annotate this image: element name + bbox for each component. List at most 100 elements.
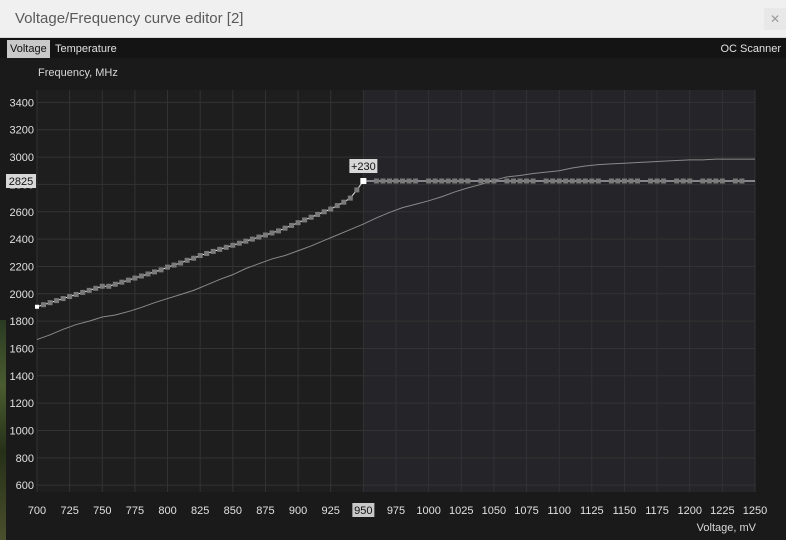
curve-point-marker[interactable] — [295, 220, 301, 226]
curve-point-marker[interactable] — [400, 178, 406, 184]
curve-point-marker[interactable] — [386, 178, 392, 184]
curve-point-marker[interactable] — [439, 178, 445, 184]
curve-point-marker[interactable] — [230, 242, 236, 248]
curve-point-marker[interactable] — [426, 178, 432, 184]
curve-point-marker[interactable] — [256, 234, 262, 240]
curve-point-marker[interactable] — [138, 273, 144, 279]
curve-point-marker[interactable] — [517, 178, 523, 184]
curve-point-marker[interactable] — [674, 178, 680, 184]
curve-point-marker[interactable] — [151, 269, 157, 275]
curve-point-marker[interactable] — [99, 283, 105, 289]
curve-point-marker[interactable] — [145, 271, 151, 277]
curve-point-marker[interactable] — [197, 253, 203, 259]
curve-point-marker[interactable] — [328, 206, 334, 212]
curve-point-marker[interactable] — [282, 225, 288, 231]
curve-point-marker[interactable] — [347, 195, 353, 201]
curve-point-marker[interactable] — [184, 257, 190, 263]
curve-point-marker[interactable] — [608, 178, 614, 184]
curve-point-marker[interactable] — [556, 178, 562, 184]
curve-point-marker[interactable] — [628, 178, 634, 184]
curve-point-marker[interactable] — [243, 238, 249, 244]
curve-point-marker[interactable] — [119, 279, 125, 285]
curve-point-marker[interactable] — [713, 178, 719, 184]
curve-point-marker[interactable] — [93, 285, 99, 291]
curve-point-marker[interactable] — [54, 298, 60, 304]
curve-point-marker[interactable] — [732, 178, 738, 184]
curve-point-marker[interactable] — [204, 250, 210, 256]
curve-point-marker[interactable] — [86, 287, 92, 293]
curve-point-marker[interactable] — [589, 178, 595, 184]
curve-point-marker[interactable] — [524, 178, 530, 184]
curve-point-marker[interactable] — [289, 222, 295, 228]
curve-point-marker[interactable] — [393, 178, 399, 184]
vf-curve-chart[interactable]: 600 800 1000 1200 1400 1600 1800 2000 2200 2400 26… — [0, 0, 786, 540]
curve-point-marker[interactable] — [125, 277, 131, 283]
curve-point-marker[interactable] — [171, 262, 177, 268]
curve-point-marker[interactable] — [302, 217, 308, 223]
curve-point-marker[interactable] — [60, 296, 66, 302]
curve-point-marker[interactable] — [413, 178, 419, 184]
curve-point-marker[interactable] — [621, 178, 627, 184]
curve-point-marker[interactable] — [543, 178, 549, 184]
curve-point-marker[interactable] — [406, 178, 412, 184]
curve-point-marker[interactable] — [73, 291, 79, 297]
curve-point-marker[interactable] — [354, 187, 360, 193]
curve-point-marker[interactable] — [680, 178, 686, 184]
curve-point-marker[interactable] — [80, 289, 86, 295]
curve-point-marker[interactable] — [595, 178, 601, 184]
curve-point-marker[interactable] — [458, 178, 464, 184]
curve-point-marker[interactable] — [510, 178, 516, 184]
curve-point-marker[interactable] — [700, 178, 706, 184]
curve-point-marker[interactable] — [41, 302, 47, 308]
curve-point-marker[interactable] — [262, 232, 268, 238]
curve-point-marker[interactable] — [191, 255, 197, 261]
curve-point-marker[interactable] — [217, 246, 223, 252]
curve-point-marker[interactable] — [478, 178, 484, 184]
curve-point-marker[interactable] — [165, 264, 171, 270]
curve-point-marker[interactable] — [654, 178, 660, 184]
curve-point-marker[interactable] — [687, 178, 693, 184]
curve-point-marker[interactable] — [504, 178, 510, 184]
curve-point-marker[interactable] — [158, 267, 164, 273]
curve-point-marker[interactable] — [491, 178, 497, 184]
curve-point-marker[interactable] — [47, 300, 53, 306]
curve-point-marker[interactable] — [465, 178, 471, 184]
curve-point-marker[interactable] — [308, 214, 314, 220]
curve-point-marker[interactable] — [276, 228, 282, 234]
curve-point-marker[interactable] — [484, 178, 490, 184]
curve-point-marker[interactable] — [530, 178, 536, 184]
curve-point-marker[interactable] — [132, 275, 138, 281]
curve-point-marker[interactable] — [106, 283, 112, 289]
curve-point-marker[interactable] — [739, 178, 745, 184]
curve-point-marker[interactable] — [341, 199, 347, 205]
curve-point-marker[interactable] — [178, 260, 184, 266]
curve-point-marker[interactable] — [569, 178, 575, 184]
curve-point-marker[interactable] — [269, 230, 275, 236]
curve-point-marker[interactable] — [373, 178, 379, 184]
curve-point-marker[interactable] — [236, 240, 242, 246]
curve-point-marker[interactable] — [432, 178, 438, 184]
curve-point-marker[interactable] — [576, 178, 582, 184]
curve-point-marker[interactable] — [67, 294, 73, 300]
curve-point-marker[interactable] — [648, 178, 654, 184]
curve-point-marker[interactable] — [315, 211, 321, 217]
curve-point-marker[interactable] — [112, 281, 118, 287]
curve-point-marker[interactable] — [223, 244, 229, 250]
curve-point-marker[interactable] — [249, 236, 255, 242]
curve-point-marker[interactable] — [563, 178, 569, 184]
curve-point-marker[interactable] — [321, 209, 327, 215]
curve-point-marker[interactable] — [661, 178, 667, 184]
curve-point-marker[interactable] — [635, 178, 641, 184]
curve-point-marker[interactable] — [452, 178, 458, 184]
curve-point-marker[interactable] — [334, 203, 340, 209]
curve-point-marker[interactable] — [615, 178, 621, 184]
curve-point-marker[interactable] — [445, 178, 451, 184]
curve-point-marker[interactable] — [210, 248, 216, 254]
selected-point-marker[interactable] — [360, 178, 367, 185]
curve-start-point[interactable] — [35, 304, 39, 309]
curve-point-marker[interactable] — [550, 178, 556, 184]
curve-point-marker[interactable] — [380, 178, 386, 184]
curve-point-marker[interactable] — [719, 178, 725, 184]
curve-point-marker[interactable] — [582, 178, 588, 184]
curve-point-marker[interactable] — [706, 178, 712, 184]
